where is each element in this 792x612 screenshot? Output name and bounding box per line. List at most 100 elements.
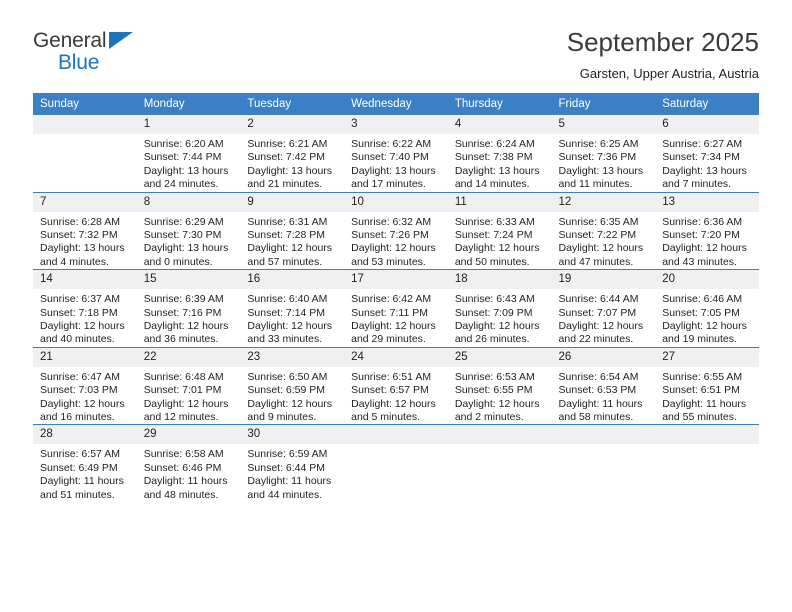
daylight-text-line2: and 50 minutes.	[454, 255, 530, 268]
calendar-empty-cell	[551, 424, 656, 503]
daylight-text-line1: Daylight: 12 hours	[40, 397, 125, 410]
daylight-text-line1: Daylight: 12 hours	[247, 397, 333, 410]
sunset-text: Sunset: 7:07 PM	[558, 306, 637, 319]
calendar-day-cell[interactable]: 14 Sunrise: 6:37 AM Sunset: 7:18 PM Dayligh…	[33, 269, 137, 348]
day-number: 23	[240, 347, 345, 367]
calendar-day-cell[interactable]: 18 Sunrise: 6:43 AM Sunset: 7:09 PM Dayligh…	[447, 269, 552, 348]
daylight-text-line2: and 24 minutes.	[143, 178, 219, 191]
day-number: 5	[551, 114, 656, 134]
day-details: Sunrise: 6:51 AM Sunset: 6:57 PM Daylight:…	[344, 367, 448, 425]
day-number: 27	[655, 347, 759, 367]
calendar-day-cell[interactable]: 24 Sunrise: 6:51 AM Sunset: 6:57 PM Dayligh…	[344, 346, 448, 425]
sunset-text: Sunset: 7:11 PM	[351, 306, 428, 319]
calendar-day-cell[interactable]: 20 Sunrise: 6:46 AM Sunset: 7:05 PM Dayligh…	[655, 269, 759, 348]
calendar-day-cell[interactable]: 4 Sunrise: 6:24 AM Sunset: 7:38 PM Daylight…	[447, 114, 552, 193]
day-details: Sunrise: 6:55 AM Sunset: 6:51 PM Daylight:…	[655, 367, 759, 425]
sunrise-text: Sunrise: 6:39 AM	[143, 293, 224, 306]
calendar-day-cell[interactable]: 17 Sunrise: 6:42 AM Sunset: 7:11 PM Dayligh…	[344, 269, 448, 348]
page-title: September 2025	[566, 27, 759, 57]
day-number: 24	[344, 347, 448, 367]
daylight-text-line1: Daylight: 12 hours	[351, 319, 436, 332]
day-number: 16	[240, 270, 345, 290]
calendar-day-cell[interactable]: 9 Sunrise: 6:31 AM Sunset: 7:28 PM Daylight…	[240, 191, 345, 270]
day-number	[447, 425, 552, 445]
weekday-header-thursday: Thursday	[447, 92, 552, 115]
day-details: Sunrise: 6:36 AM Sunset: 7:20 PM Daylight:…	[655, 212, 759, 270]
day-number: 21	[33, 347, 137, 367]
calendar-day-cell[interactable]: 28 Sunrise: 6:57 AM Sunset: 6:49 PM Dayligh…	[33, 424, 137, 503]
calendar-day-cell[interactable]: 10 Sunrise: 6:32 AM Sunset: 7:26 PM Dayligh…	[344, 191, 448, 270]
sunset-text: Sunset: 7:40 PM	[351, 151, 429, 164]
daylight-text-line2: and 9 minutes.	[247, 410, 317, 423]
daylight-text-line1: Daylight: 13 hours	[351, 164, 436, 177]
daylight-text-line2: and 2 minutes.	[454, 410, 524, 423]
calendar-day-cell[interactable]: 6 Sunrise: 6:27 AM Sunset: 7:34 PM Daylight…	[655, 114, 759, 193]
day-number: 11	[447, 192, 552, 212]
calendar-day-cell[interactable]: 16 Sunrise: 6:40 AM Sunset: 7:14 PM Dayligh…	[240, 269, 345, 348]
day-details: Sunrise: 6:22 AM Sunset: 7:40 PM Daylight:…	[344, 134, 448, 192]
calendar-header-row: Sunday Monday Tuesday Wednesday Thursday…	[33, 92, 759, 115]
sunset-text: Sunset: 7:42 PM	[247, 151, 326, 164]
sunrise-text: Sunrise: 6:31 AM	[247, 215, 328, 228]
daylight-text-line1: Daylight: 13 hours	[454, 164, 540, 177]
day-number: 30	[240, 425, 345, 445]
weekday-header-sunday: Sunday	[33, 92, 137, 115]
sunrise-text: Sunrise: 6:27 AM	[662, 137, 743, 150]
daylight-text-line1: Daylight: 12 hours	[143, 397, 229, 410]
calendar-day-cell[interactable]: 30 Sunrise: 6:59 AM Sunset: 6:44 PM Dayligh…	[240, 424, 345, 503]
calendar-day-cell[interactable]: 26 Sunrise: 6:54 AM Sunset: 6:53 PM Dayligh…	[551, 346, 656, 425]
calendar-day-cell[interactable]: 11 Sunrise: 6:33 AM Sunset: 7:24 PM Dayligh…	[447, 191, 552, 270]
calendar-day-cell[interactable]: 19 Sunrise: 6:44 AM Sunset: 7:07 PM Dayligh…	[551, 269, 656, 348]
day-details: Sunrise: 6:42 AM Sunset: 7:11 PM Daylight:…	[344, 289, 448, 347]
calendar-day-cell[interactable]: 25 Sunrise: 6:53 AM Sunset: 6:55 PM Dayligh…	[447, 346, 552, 425]
calendar-day-cell[interactable]: 23 Sunrise: 6:50 AM Sunset: 6:59 PM Dayligh…	[240, 346, 345, 425]
day-number: 4	[447, 114, 552, 134]
sunset-text: Sunset: 6:57 PM	[351, 384, 429, 397]
sunrise-text: Sunrise: 6:32 AM	[351, 215, 432, 228]
daylight-text-line2: and 55 minutes.	[662, 410, 737, 423]
daylight-text-line2: and 7 minutes.	[662, 178, 732, 191]
calendar-day-cell[interactable]: 29 Sunrise: 6:58 AM Sunset: 6:46 PM Dayligh…	[136, 424, 241, 503]
calendar-day-cell[interactable]: 3 Sunrise: 6:22 AM Sunset: 7:40 PM Daylight…	[344, 114, 448, 193]
day-number	[551, 425, 656, 445]
sunset-text: Sunset: 7:14 PM	[247, 306, 326, 319]
daylight-text-line1: Daylight: 11 hours	[662, 397, 747, 410]
calendar-day-cell[interactable]: 12 Sunrise: 6:35 AM Sunset: 7:22 PM Dayligh…	[551, 191, 656, 270]
sunrise-text: Sunrise: 6:54 AM	[558, 370, 639, 383]
general-blue-logo[interactable]: General Blue	[33, 26, 153, 80]
day-details: Sunrise: 6:35 AM Sunset: 7:22 PM Daylight:…	[552, 212, 656, 270]
day-number: 17	[344, 270, 448, 290]
calendar-table: Sunday Monday Tuesday Wednesday Thursday…	[33, 92, 759, 503]
day-details: Sunrise: 6:43 AM Sunset: 7:09 PM Daylight:…	[448, 289, 552, 347]
sunset-text: Sunset: 6:53 PM	[558, 384, 637, 397]
sunrise-text: Sunrise: 6:21 AM	[247, 137, 328, 150]
calendar-day-cell[interactable]: 27 Sunrise: 6:55 AM Sunset: 6:51 PM Dayligh…	[655, 346, 759, 425]
calendar-day-cell[interactable]: 15 Sunrise: 6:39 AM Sunset: 7:16 PM Dayligh…	[136, 269, 241, 348]
calendar-page: General Blue September 2025 Garsten, Upp…	[0, 0, 792, 612]
sunset-text: Sunset: 7:05 PM	[662, 306, 740, 319]
calendar-day-cell[interactable]: 8 Sunrise: 6:29 AM Sunset: 7:30 PM Daylight…	[136, 191, 241, 270]
calendar-body: 1 Sunrise: 6:20 AM Sunset: 7:44 PM Daylight…	[33, 114, 759, 503]
calendar-empty-cell	[655, 424, 759, 503]
day-details: Sunrise: 6:47 AM Sunset: 7:03 PM Daylight:…	[33, 367, 137, 425]
day-number: 2	[240, 114, 345, 134]
day-number: 22	[136, 347, 241, 367]
calendar-day-cell[interactable]: 13 Sunrise: 6:36 AM Sunset: 7:20 PM Dayligh…	[655, 191, 759, 270]
day-details: Sunrise: 6:46 AM Sunset: 7:05 PM Daylight:…	[655, 289, 759, 347]
calendar-day-cell[interactable]: 5 Sunrise: 6:25 AM Sunset: 7:36 PM Daylight…	[551, 114, 656, 193]
logo-text-general: General	[33, 29, 107, 52]
calendar-day-cell[interactable]: 7 Sunrise: 6:28 AM Sunset: 7:32 PM Daylight…	[33, 191, 137, 270]
calendar-day-cell[interactable]: 21 Sunrise: 6:47 AM Sunset: 7:03 PM Dayligh…	[33, 346, 137, 425]
sunrise-text: Sunrise: 6:36 AM	[662, 215, 743, 228]
calendar-day-cell[interactable]: 22 Sunrise: 6:48 AM Sunset: 7:01 PM Dayligh…	[136, 346, 241, 425]
day-number	[655, 425, 759, 445]
daylight-text-line2: and 58 minutes.	[558, 410, 634, 423]
calendar-day-cell[interactable]: 1 Sunrise: 6:20 AM Sunset: 7:44 PM Daylight…	[136, 114, 241, 193]
day-number: 10	[344, 192, 448, 212]
sunset-text: Sunset: 7:26 PM	[351, 228, 429, 241]
day-number: 18	[447, 270, 552, 290]
daylight-text-line2: and 26 minutes.	[454, 333, 530, 346]
sunrise-text: Sunrise: 6:25 AM	[558, 137, 639, 150]
title-block: September 2025 Garsten, Upper Austria, A…	[567, 26, 759, 81]
calendar-day-cell[interactable]: 2 Sunrise: 6:21 AM Sunset: 7:42 PM Daylight…	[240, 114, 345, 193]
